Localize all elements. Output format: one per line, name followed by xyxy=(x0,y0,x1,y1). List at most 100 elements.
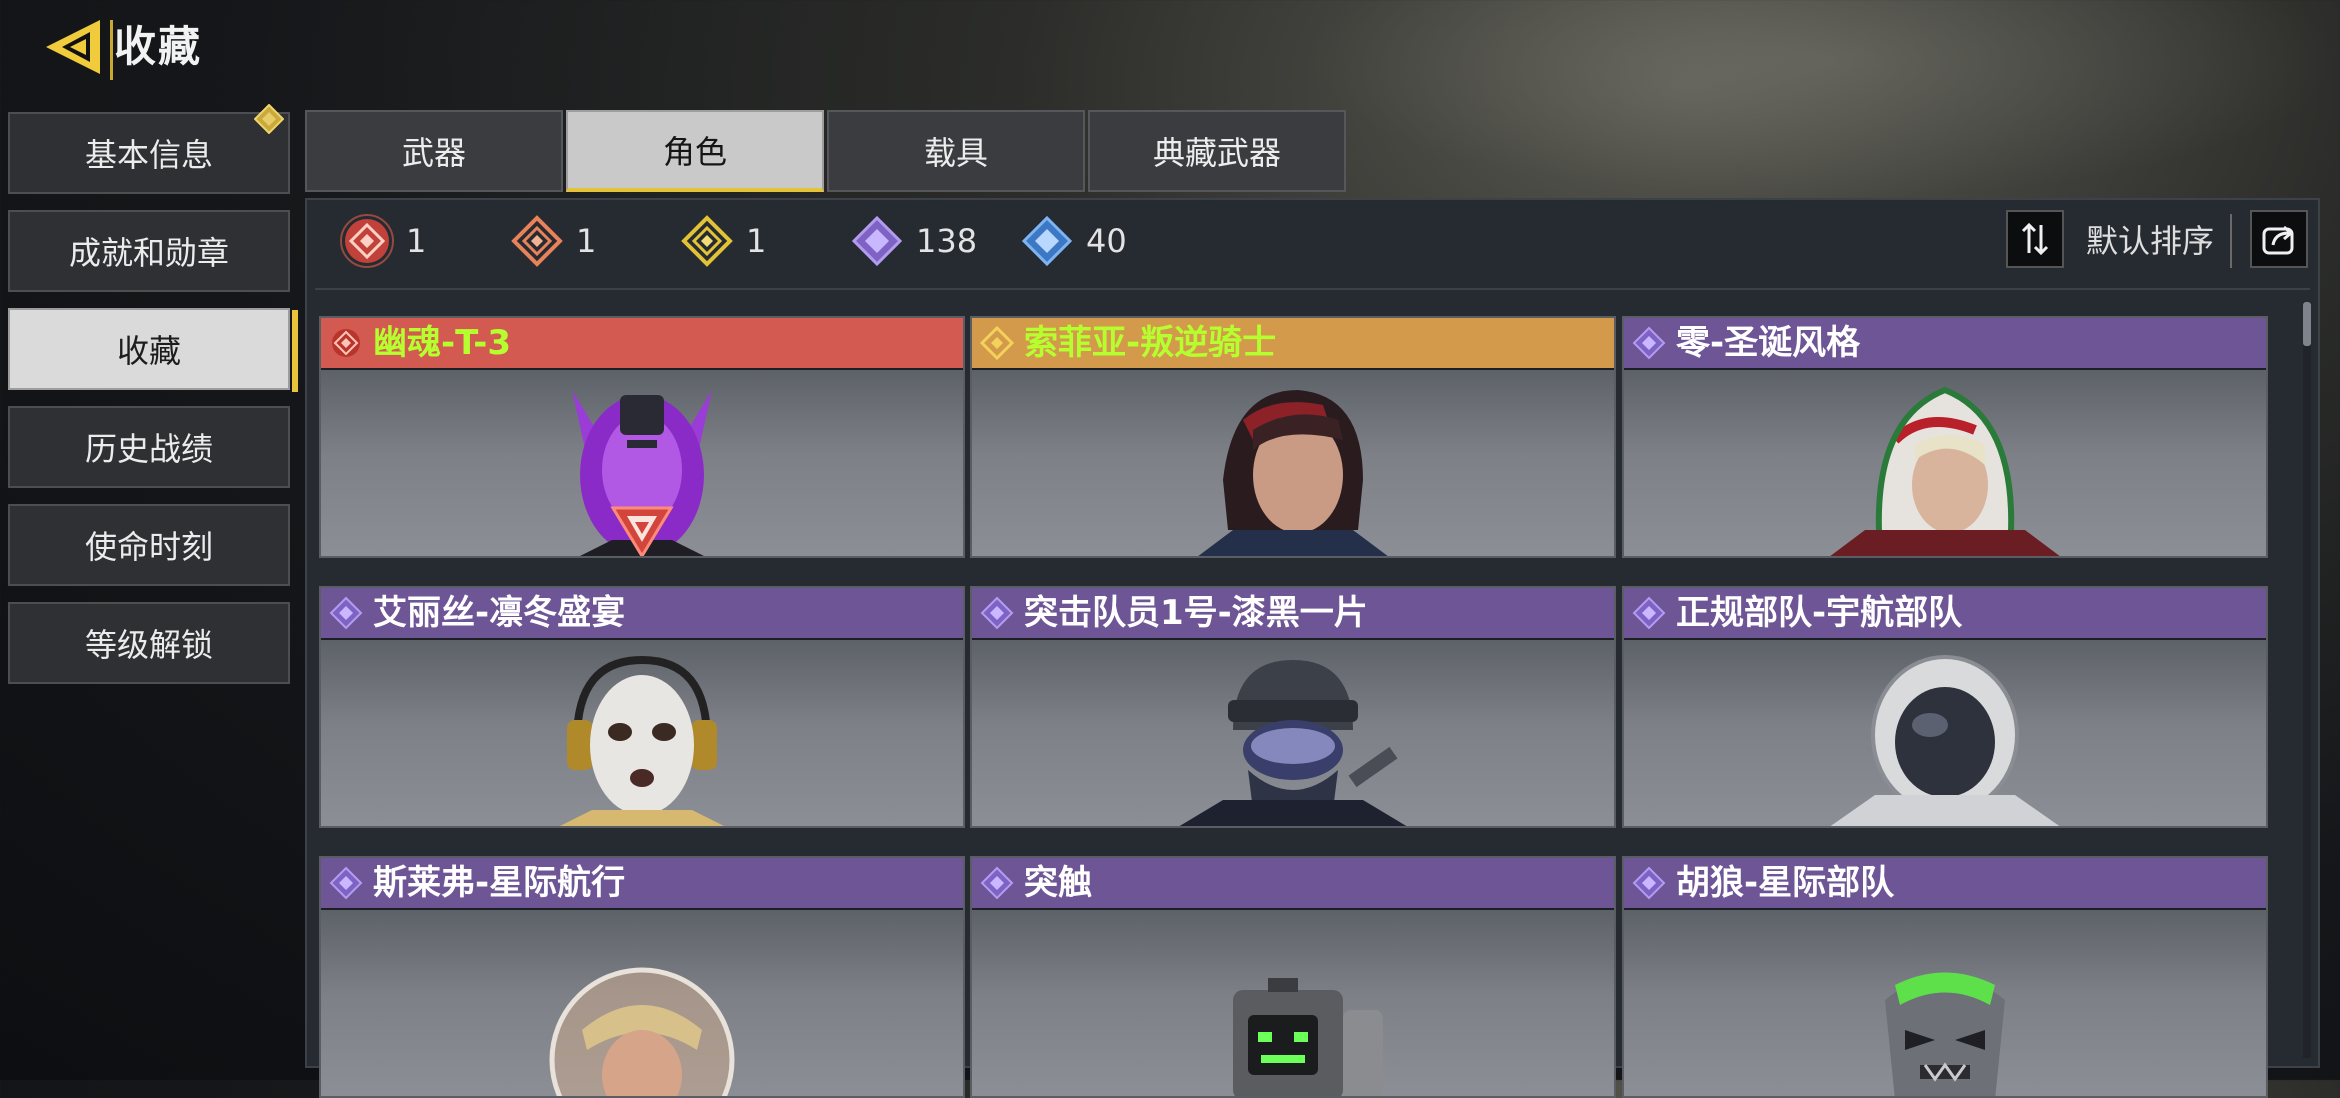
share-button[interactable] xyxy=(2250,210,2308,268)
hooded-portrait-icon xyxy=(1830,386,2060,556)
tab-weapons[interactable]: 武器 xyxy=(305,110,563,192)
jackal-mask-portrait-icon xyxy=(1885,972,2005,1096)
character-card[interactable]: 索菲亚-叛逆骑士 xyxy=(970,316,1616,558)
purple-rarity-icon xyxy=(329,596,363,630)
sidebar-item-basic-info[interactable]: 基本信息 xyxy=(8,104,290,194)
character-card[interactable]: 突触 xyxy=(970,856,1616,1098)
card-title-bar: 突击队员1号-漆黑一片 xyxy=(972,588,1614,638)
tactical-soldier-portrait-icon xyxy=(1179,660,1407,826)
card-title-bar: 正规部队-宇航部队 xyxy=(1624,588,2266,638)
character-portrait xyxy=(321,640,963,826)
tab-label: 武器 xyxy=(401,134,466,172)
character-portrait xyxy=(321,910,963,1096)
count-value: 1 xyxy=(746,222,767,260)
card-name: 斯莱弗-星际航行 xyxy=(373,863,626,903)
purple-rarity-icon xyxy=(980,866,1014,900)
count-value: 1 xyxy=(406,222,427,260)
character-portrait xyxy=(972,640,1614,826)
purple-rarity-icon xyxy=(851,215,903,267)
card-title-bar: 斯莱弗-星际航行 xyxy=(321,858,963,908)
character-portrait xyxy=(1624,370,2266,556)
background-haze xyxy=(1300,0,2340,200)
card-name: 索菲亚-叛逆骑士 xyxy=(1024,323,1277,363)
tab-vehicles[interactable]: 载具 xyxy=(827,110,1085,192)
card-title-bar: 胡狼-星际部队 xyxy=(1624,858,2266,908)
card-name: 胡狼-星际部队 xyxy=(1676,863,1895,903)
sidebar-item-level-unlocks[interactable]: 等级解锁 xyxy=(8,602,290,684)
sidebar-item-collection[interactable]: 收藏 xyxy=(8,308,298,392)
character-portrait xyxy=(1624,910,2266,1096)
notice-diamond-icon xyxy=(254,104,284,134)
count-value: 1 xyxy=(576,222,597,260)
sidebar-item-label: 等级解锁 xyxy=(84,626,213,664)
card-name: 突触 xyxy=(1024,863,1092,903)
rarity-count-mythic: 1 xyxy=(340,214,426,268)
card-name: 突击队员1号-漆黑一片 xyxy=(1024,593,1368,633)
share-icon xyxy=(2262,225,2294,255)
tab-characters[interactable]: 角色 xyxy=(566,110,824,192)
card-name: 零-圣诞风格 xyxy=(1676,323,1861,363)
active-indicator xyxy=(292,310,298,392)
count-value: 40 xyxy=(1086,222,1127,260)
sidebar-item-label: 成就和勋章 xyxy=(68,234,229,272)
count-value: 138 xyxy=(916,222,978,260)
soldier-woman-portrait-icon xyxy=(1198,390,1388,556)
header-divider xyxy=(110,20,113,80)
sidebar-item-label: 收藏 xyxy=(116,332,181,370)
gold-rarity-icon xyxy=(980,326,1014,360)
card-name: 艾丽丝-凛冬盛宴 xyxy=(373,593,626,633)
character-card[interactable]: 正规部队-宇航部队 xyxy=(1622,586,2268,828)
mythic-badge-icon xyxy=(610,506,674,556)
character-portrait xyxy=(1624,640,2266,826)
character-card[interactable]: 艾丽丝-凛冬盛宴 xyxy=(319,586,965,828)
rarity-count-rare: 138 xyxy=(850,214,977,268)
sort-label[interactable]: 默认排序 xyxy=(2086,214,2214,268)
card-name: 正规部队-宇航部队 xyxy=(1676,593,1963,633)
page-title: 收藏 xyxy=(114,22,203,71)
character-card[interactable]: 胡狼-星际部队 xyxy=(1622,856,2268,1098)
back-arrow-icon xyxy=(46,20,100,74)
character-card[interactable]: 幽魂-T-3 xyxy=(319,316,965,558)
card-title-bar: 零-圣诞风格 xyxy=(1624,318,2266,368)
character-card[interactable]: 零-圣诞风格 xyxy=(1622,316,2268,558)
sort-icon xyxy=(2021,222,2049,256)
sidebar-item-label: 历史战绩 xyxy=(84,430,213,468)
character-card[interactable]: 斯莱弗-星际航行 xyxy=(319,856,965,1098)
card-title-bar: 艾丽丝-凛冬盛宴 xyxy=(321,588,963,638)
sidebar-item-label: 使命时刻 xyxy=(84,528,213,566)
scrollbar-track[interactable] xyxy=(2303,302,2311,1058)
tab-label: 载具 xyxy=(923,134,988,172)
rarity-count-uncommon: 40 xyxy=(1020,214,1127,268)
purple-rarity-icon xyxy=(980,596,1014,630)
card-title-bar: 突触 xyxy=(972,858,1614,908)
sidebar-item-achievements[interactable]: 成就和勋章 xyxy=(8,210,290,292)
tab-label: 角色 xyxy=(662,133,727,171)
card-title-bar: 索菲亚-叛逆骑士 xyxy=(972,318,1614,368)
character-portrait xyxy=(972,370,1614,556)
sidebar-item-label: 基本信息 xyxy=(84,136,213,174)
character-card[interactable]: 突击队员1号-漆黑一片 xyxy=(970,586,1616,828)
orange-rarity-icon xyxy=(511,215,563,267)
purple-rarity-icon xyxy=(1632,866,1666,900)
tab-label: 典藏武器 xyxy=(1152,134,1281,172)
red-rarity-icon xyxy=(332,329,360,357)
card-title-bar: 幽魂-T-3 xyxy=(321,318,963,368)
purple-rarity-icon xyxy=(1632,326,1666,360)
sidebar-item-match-history[interactable]: 历史战绩 xyxy=(8,406,290,488)
astronaut-portrait-icon xyxy=(1830,655,2060,826)
scrollbar-thumb[interactable] xyxy=(2303,302,2311,346)
back-button[interactable] xyxy=(40,14,108,80)
sidebar-item-mission-moments[interactable]: 使命时刻 xyxy=(8,504,290,586)
sort-divider xyxy=(2230,214,2232,268)
rarity-count-legendary: 1 xyxy=(510,214,596,268)
purple-rarity-icon xyxy=(329,866,363,900)
sort-button[interactable] xyxy=(2006,210,2064,268)
gold-rarity-icon xyxy=(681,215,733,267)
card-name: 幽魂-T-3 xyxy=(373,323,512,363)
rarity-count-epic: 1 xyxy=(680,214,766,268)
masked-portrait-icon xyxy=(560,655,724,826)
toolbar-divider xyxy=(315,288,2310,290)
tab-collector-weapons[interactable]: 典藏武器 xyxy=(1088,110,1346,192)
red-rarity-icon xyxy=(340,214,394,268)
character-portrait xyxy=(321,370,963,556)
